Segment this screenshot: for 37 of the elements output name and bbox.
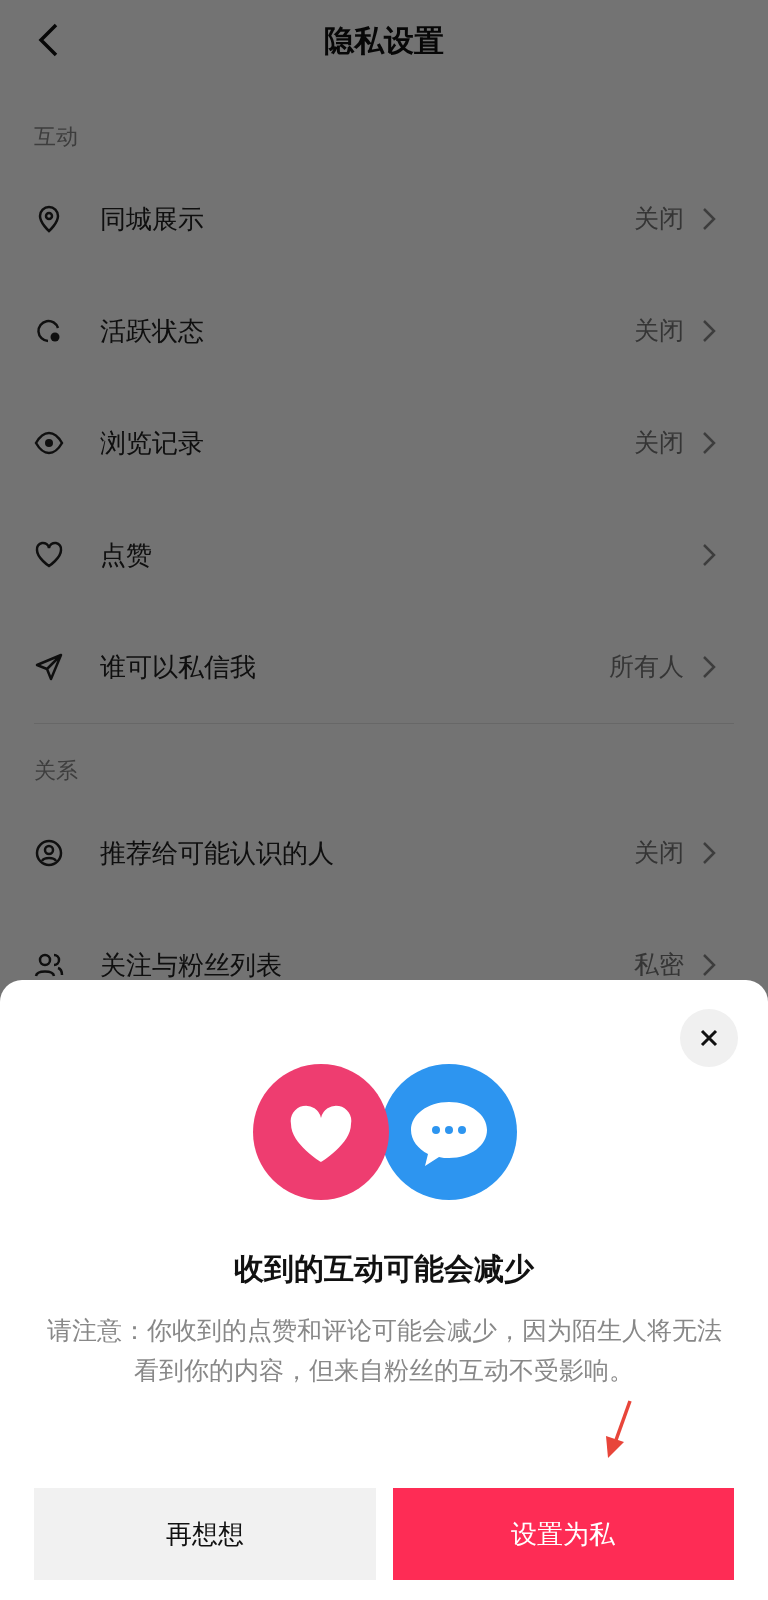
chevron-right-icon — [702, 319, 716, 343]
row-value: 关闭 — [634, 427, 684, 460]
row-value: 关闭 — [634, 203, 684, 236]
row-label: 谁可以私信我 — [100, 650, 257, 684]
chevron-right-icon — [702, 655, 716, 679]
close-icon — [699, 1028, 719, 1048]
row-value: 关闭 — [634, 315, 684, 348]
sheet-title: 收到的互动可能会减少 — [234, 1251, 534, 1286]
row-label: 点赞 — [100, 538, 153, 572]
chevron-right-icon — [702, 543, 716, 567]
settings-row[interactable]: 浏览记录 关闭 — [34, 387, 734, 499]
row-label: 推荐给可能认识的人 — [100, 836, 335, 870]
annotation-arrow — [606, 1400, 632, 1458]
set-private-button[interactable]: 设置为私 — [392, 1488, 734, 1580]
settings-row[interactable]: 同城展示 关闭 — [34, 163, 734, 275]
chevron-right-icon — [702, 431, 716, 455]
settings-row[interactable]: 推荐给可能认识的人 关闭 — [34, 797, 734, 909]
row-label: 同城展示 — [100, 202, 205, 236]
row-label: 浏览记录 — [100, 426, 205, 460]
cancel-button[interactable]: 再想想 — [34, 1488, 376, 1580]
chevron-right-icon — [702, 207, 716, 231]
row-label: 活跃状态 — [100, 314, 205, 348]
row-value: 所有人 — [609, 651, 684, 684]
sheet-message: 请注意：你收到的点赞和评论可能会减少，因为陌生人将无法看到你的内容，但来自粉丝的互动不受影响。 — [45, 1315, 723, 1387]
heart-icon — [34, 540, 64, 570]
chevron-right-icon — [702, 953, 716, 977]
page-title: 隐私设置 — [324, 21, 444, 60]
person-icon — [34, 838, 64, 868]
row-label: 关注与粉丝列表 — [100, 948, 283, 982]
row-value: 关闭 — [634, 837, 684, 870]
settings-row[interactable]: 活跃状态 关闭 — [34, 275, 734, 387]
settings-row[interactable]: 点赞 — [34, 499, 734, 611]
row-value: 私密 — [634, 949, 684, 982]
chevron-right-icon — [702, 841, 716, 865]
settings-row[interactable]: 谁可以私信我 所有人 — [34, 611, 734, 723]
back-icon[interactable] — [36, 22, 60, 58]
paper-plane-icon — [34, 652, 64, 682]
